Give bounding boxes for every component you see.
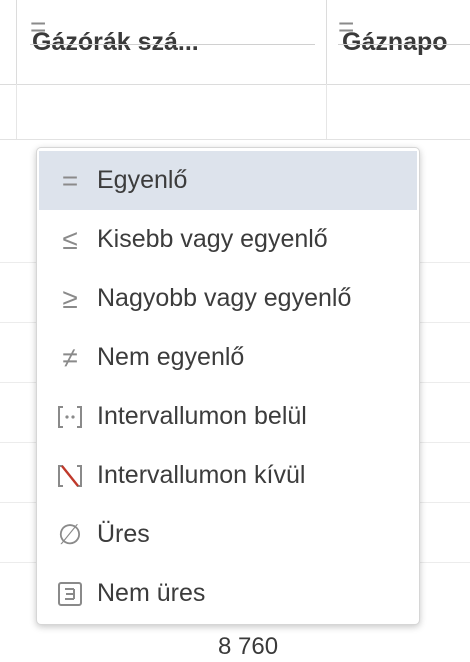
menu-item-not-equal[interactable]: ≠ Nem egyenlő [37,328,419,387]
less-or-equal-icon: ≤ [62,223,78,255]
column-divider [16,84,17,139]
menu-item-label: Intervallumon kívül [97,461,306,489]
menu-item-in-range[interactable]: Intervallumon belül [37,387,419,446]
menu-item-less-or-equal[interactable]: ≤ Kisebb vagy egyenlő [37,210,419,269]
column-divider [326,84,327,139]
menu-item-out-of-range[interactable]: Intervallumon kívül [37,446,419,505]
column-divider[interactable] [326,0,327,84]
filter-operator-value: = [338,11,355,42]
filter-operator-menu: = Egyenlő ≤ Kisebb vagy egyenlő ≥ Nagyob… [36,147,420,625]
filter-row [0,84,470,140]
menu-item-not-empty[interactable]: Nem üres [37,564,419,623]
menu-item-label: Nem egyenlő [97,343,245,371]
menu-item-label: Egyenlő [97,166,188,194]
empty-set-icon: ∅ [57,518,83,550]
summary-value: 8 760 [218,633,279,660]
menu-item-label: Nagyobb vagy egyenlő [97,284,352,312]
menu-item-greater-or-equal[interactable]: ≥ Nagyobb vagy egyenlő [37,269,419,328]
out-of-range-icon [57,461,83,491]
in-range-icon [57,402,83,432]
menu-item-equals[interactable]: = Egyenlő [39,151,417,210]
menu-item-label: Kisebb vagy egyenlő [97,225,328,253]
filter-operator-cell-gas-meters[interactable]: = [30,10,315,45]
menu-item-label: Üres [97,520,150,548]
column-divider [16,0,17,84]
filter-operator-value: = [30,11,47,42]
equals-icon: = [61,164,79,196]
greater-or-equal-icon: ≥ [62,282,78,314]
not-equal-icon: ≠ [62,341,78,373]
menu-item-label: Nem üres [97,579,206,607]
menu-item-empty[interactable]: ∅ Üres [37,505,419,564]
not-empty-icon [57,579,83,609]
filter-operator-cell-gas-days[interactable]: = [338,10,470,45]
menu-item-label: Intervallumon belül [97,402,307,430]
